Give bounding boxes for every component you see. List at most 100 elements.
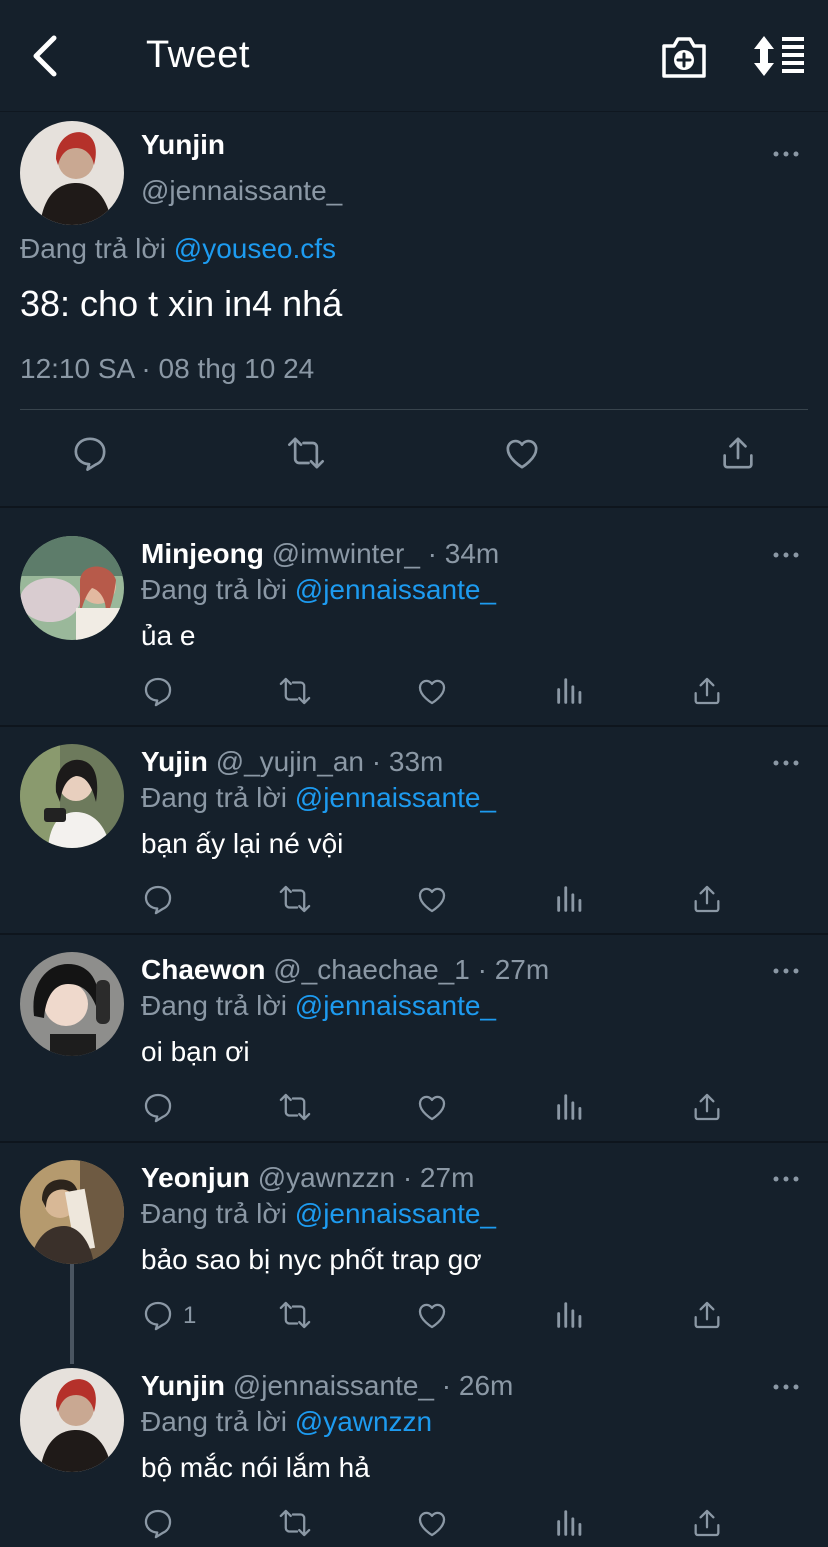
stats-icon: [553, 1506, 587, 1540]
reply-icon: [141, 1298, 175, 1332]
replying-to: Đang trả lời @jennaissante_: [141, 1198, 496, 1230]
tweet-actions: [141, 882, 741, 922]
like-button[interactable]: [415, 1090, 449, 1124]
sort-button[interactable]: [752, 34, 808, 78]
more-options-button[interactable]: [772, 758, 800, 768]
share-button[interactable]: [690, 1506, 724, 1540]
more-icon: [772, 550, 800, 560]
author-handle[interactable]: @jennaissante_ · 26m: [233, 1370, 514, 1401]
retweet-button[interactable]: [278, 1090, 312, 1124]
tweet-text: oi bạn ơi: [141, 1036, 250, 1067]
replying-to: Đang trả lời @jennaissante_: [141, 990, 496, 1022]
analytics-button[interactable]: [553, 674, 587, 708]
heart-icon: [415, 1298, 449, 1332]
reply-prefix: Đang trả lời: [20, 233, 166, 264]
avatar[interactable]: [20, 536, 124, 640]
retweet-button[interactable]: [278, 882, 312, 916]
author-name[interactable]: Yunjin: [141, 129, 225, 161]
reply-button[interactable]: [141, 1506, 175, 1540]
reply-icon: [141, 1090, 175, 1124]
share-button[interactable]: [690, 1298, 724, 1332]
reply-icon: [141, 674, 175, 708]
analytics-button[interactable]: [553, 1298, 587, 1332]
like-button[interactable]: [415, 1298, 449, 1332]
more-options-button[interactable]: [772, 1174, 800, 1184]
more-options-button[interactable]: [772, 1382, 800, 1392]
avatar[interactable]: [20, 1160, 124, 1264]
author-handle[interactable]: @_chaechae_1 · 27m: [273, 954, 549, 985]
analytics-button[interactable]: [553, 1090, 587, 1124]
reply-mention-link[interactable]: @jennaissante_: [295, 782, 496, 813]
reply-tweet[interactable]: Minjeong @imwinter_ · 34m Đang trả lời @…: [0, 508, 828, 715]
reply-prefix: Đang trả lời: [141, 782, 287, 813]
like-button[interactable]: [415, 674, 449, 708]
stats-icon: [553, 1090, 587, 1124]
author-name[interactable]: Yunjin: [141, 1370, 225, 1401]
share-button[interactable]: [690, 674, 724, 708]
share-icon: [690, 674, 724, 708]
reply-tweet[interactable]: Yeonjun @yawnzzn · 27m Đang trả lời @jen…: [0, 1132, 828, 1339]
author-name[interactable]: Chaewon: [141, 954, 265, 985]
author-name[interactable]: Yeonjun: [141, 1162, 250, 1193]
camera-button[interactable]: [660, 34, 708, 80]
share-icon: [718, 433, 758, 473]
share-button[interactable]: [690, 882, 724, 916]
tweet-actions: [0, 433, 828, 485]
author-handle[interactable]: @imwinter_ · 34m: [272, 538, 500, 569]
stats-icon: [553, 882, 587, 916]
retweet-button[interactable]: [278, 674, 312, 708]
reply-button[interactable]: 1: [141, 1298, 196, 1332]
stats-icon: [553, 674, 587, 708]
reply-mention-link[interactable]: @jennaissante_: [295, 1198, 496, 1229]
heart-icon: [415, 1090, 449, 1124]
share-icon: [690, 1506, 724, 1540]
reply-mention-link[interactable]: @youseo.cfs: [174, 233, 336, 264]
avatar[interactable]: [20, 121, 124, 225]
share-button[interactable]: [718, 433, 758, 473]
share-button[interactable]: [690, 1090, 724, 1124]
reply-button[interactable]: [141, 882, 175, 916]
avatar[interactable]: [20, 744, 124, 848]
reply-icon: [141, 1506, 175, 1540]
analytics-button[interactable]: [553, 882, 587, 916]
reply-button[interactable]: [141, 674, 175, 708]
avatar[interactable]: [20, 952, 124, 1056]
reply-meta: Chaewon @_chaechae_1 · 27m: [141, 954, 549, 986]
more-options-button[interactable]: [772, 149, 800, 159]
author-handle[interactable]: @jennaissante_: [141, 175, 342, 207]
retweet-button[interactable]: [278, 1298, 312, 1332]
author-handle[interactable]: @_yujin_an · 33m: [216, 746, 444, 777]
more-options-button[interactable]: [772, 550, 800, 560]
reply-tweet[interactable]: Chaewon @_chaechae_1 · 27m Đang trả lời …: [0, 924, 828, 1131]
tweet-timestamp: 12:10 SA · 08 thg 10 24: [20, 353, 315, 384]
reply-button[interactable]: [141, 1090, 175, 1124]
analytics-button[interactable]: [553, 1506, 587, 1540]
author-handle[interactable]: @yawnzzn · 27m: [258, 1162, 475, 1193]
reply-button[interactable]: [70, 433, 110, 473]
stats-icon: [553, 1298, 587, 1332]
retweet-button[interactable]: [278, 1506, 312, 1540]
reply-mention-link[interactable]: @jennaissante_: [295, 574, 496, 605]
reply-tweet[interactable]: Yunjin @jennaissante_ · 26m Đang trả lời…: [0, 1340, 828, 1547]
reply-tweet[interactable]: Yujin @_yujin_an · 33m Đang trả lời @jen…: [0, 716, 828, 923]
like-button[interactable]: [415, 882, 449, 916]
author-name[interactable]: Yujin: [141, 746, 208, 777]
author-name[interactable]: Minjeong: [141, 538, 264, 569]
back-button[interactable]: [22, 32, 70, 80]
replying-to: Đang trả lời @youseo.cfs: [20, 233, 336, 265]
heart-icon: [415, 1506, 449, 1540]
avatar[interactable]: [20, 1368, 124, 1472]
tweet-text: 38: cho t xin in4 nhá: [20, 283, 343, 324]
page-title: Tweet: [146, 34, 250, 76]
retweet-icon: [286, 433, 326, 473]
reply-mention-link[interactable]: @yawnzzn: [295, 1406, 432, 1437]
more-options-button[interactable]: [772, 966, 800, 976]
reply-mention-link[interactable]: @jennaissante_: [295, 990, 496, 1021]
like-button[interactable]: [415, 1506, 449, 1540]
like-button[interactable]: [502, 433, 542, 473]
heart-icon: [502, 433, 542, 473]
retweet-button[interactable]: [286, 433, 326, 473]
replying-to: Đang trả lời @yawnzzn: [141, 1406, 432, 1438]
more-icon: [772, 1174, 800, 1184]
reply-prefix: Đang trả lời: [141, 574, 287, 605]
